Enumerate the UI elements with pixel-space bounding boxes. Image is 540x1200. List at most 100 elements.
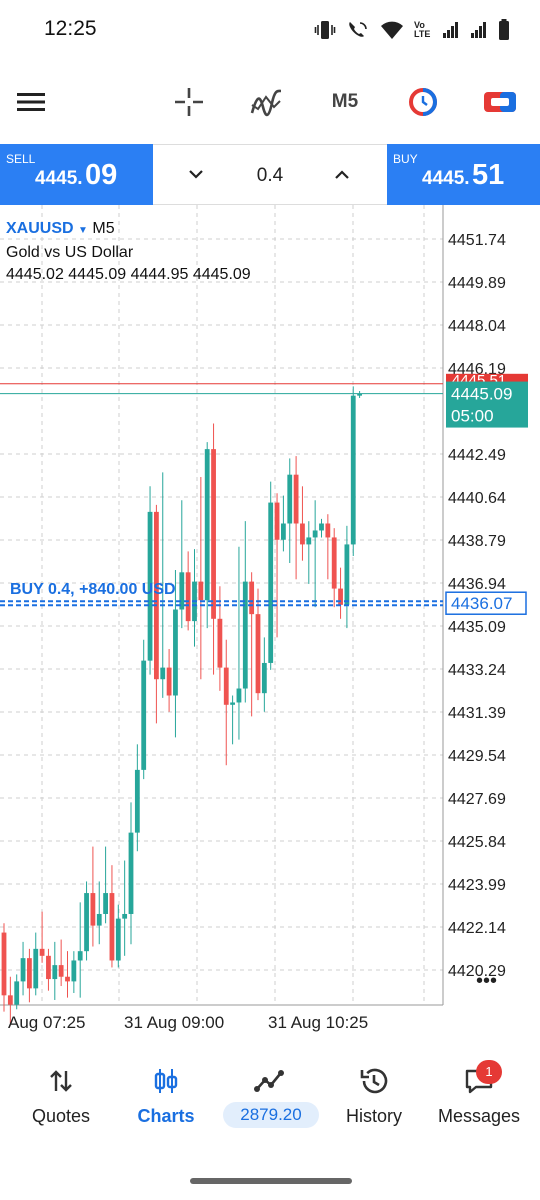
nav-messages-label: Messages [437, 1106, 521, 1126]
candle-body [141, 660, 147, 770]
account-balance[interactable]: 2879.20 [223, 1102, 319, 1128]
candle-body [77, 951, 83, 961]
ohlc-values: 4445.02 4445.09 4444.95 4445.09 [6, 266, 251, 283]
price-axis-label: 4433.24 [448, 662, 506, 679]
candle-body [90, 893, 96, 926]
candle-body [300, 523, 305, 545]
symbol-name[interactable]: XAUUSD [6, 220, 74, 237]
volume-increase-button[interactable] [327, 161, 357, 189]
time-axis-label: 31 Aug 09:00 [124, 1013, 224, 1032]
price-axis-label: 4431.39 [448, 705, 506, 722]
volte-icon: Vo LTE [414, 20, 431, 39]
chart-toolbar: M5 [0, 70, 540, 134]
candle-body [204, 449, 210, 601]
trade-button[interactable] [482, 84, 518, 120]
nav-charts[interactable]: Charts [112, 1060, 220, 1140]
wifi-icon [381, 21, 403, 39]
candle-body [39, 948, 45, 956]
candle-body [344, 544, 350, 605]
signal-icon [443, 22, 458, 38]
candle-body [185, 572, 191, 622]
candle-body [261, 662, 267, 694]
status-time: 12:25 [44, 17, 97, 40]
one-click-trading-button[interactable] [406, 84, 440, 120]
candle-body [7, 995, 13, 1005]
nav-trade[interactable] [217, 1060, 325, 1140]
candle-body [287, 474, 293, 524]
symbol-dropdown-icon[interactable]: ▼ [78, 225, 88, 236]
indicators-button[interactable] [248, 84, 284, 120]
candle-body [160, 667, 166, 680]
candle-body [249, 581, 255, 615]
candle-body [274, 502, 280, 540]
candle-body [312, 530, 318, 538]
candle-body [115, 918, 121, 961]
sell-button[interactable]: SELL 4445. 09 [0, 144, 153, 205]
price-axis-label: 4425.84 [448, 834, 506, 851]
candle-body [255, 614, 261, 694]
candle-body [65, 976, 70, 982]
price-axis-label: 4435.09 [448, 619, 506, 636]
candle-body [103, 893, 108, 914]
vibrate-icon [314, 21, 336, 39]
candle-body [331, 537, 337, 589]
more-options-icon: ••• [476, 970, 497, 992]
nav-quotes[interactable]: Quotes [7, 1060, 115, 1140]
candle-body [230, 702, 235, 705]
chart-timeframe: M5 [92, 220, 115, 237]
home-indicator[interactable] [190, 1178, 352, 1184]
menu-button[interactable] [12, 84, 50, 120]
buy-label: BUY [393, 152, 418, 166]
nav-history[interactable]: History [320, 1060, 428, 1140]
trade-icon [484, 92, 516, 112]
volume-control: 0.4 [153, 144, 387, 205]
buy-button[interactable]: BUY 4445. 51 [387, 144, 540, 205]
nav-history-label: History [345, 1106, 402, 1126]
candle-body [325, 523, 331, 538]
symbol-description: Gold vs US Dollar [6, 244, 134, 261]
candle-body [128, 832, 134, 914]
bid-price-tag-text: 4445.09 [451, 385, 512, 404]
price-axis-label: 4429.54 [448, 748, 506, 765]
candle-body [14, 981, 20, 1005]
candle-body [46, 955, 51, 980]
timeframe-label: M5 [331, 91, 359, 112]
chevron-up-icon [335, 170, 349, 179]
candle-body [96, 913, 102, 926]
wifi-calling-icon [349, 22, 367, 37]
candle-body [217, 618, 223, 668]
time-axis-label: 31 Aug 10:25 [268, 1013, 368, 1032]
candle-body [223, 667, 229, 705]
candle-body [236, 688, 242, 703]
candlestick-chart[interactable]: 4451.744449.894448.044446.194442.494440.… [0, 205, 540, 1045]
price-axis-label: 4449.89 [448, 275, 506, 292]
sell-label: SELL [6, 152, 36, 166]
position-price-tag-text: 4436.07 [451, 594, 512, 613]
sell-price-pips: 09 [85, 159, 118, 191]
candle-body [242, 581, 248, 689]
candle-body [306, 537, 312, 545]
nav-quotes-label: Quotes [31, 1106, 91, 1126]
candle-body [1, 932, 7, 996]
nav-charts-label: Charts [137, 1106, 195, 1126]
timeframe-button[interactable]: M5 [322, 84, 368, 120]
candle-body [173, 609, 178, 696]
candle-body [27, 958, 32, 989]
candle-body [268, 502, 274, 663]
buy-price-pips: 51 [472, 159, 505, 191]
price-axis-label: 4438.79 [448, 533, 506, 550]
status-icons: Vo LTE [314, 18, 510, 42]
candle-body [71, 960, 77, 982]
price-chart[interactable]: 4451.74 4449.89 4448.04 4446.19 4442.49 4440.… [0, 205, 540, 1045]
time-axis-label: Aug 07:25 [8, 1013, 86, 1032]
price-axis-label: 4422.14 [448, 920, 506, 937]
history-icon [354, 1064, 394, 1098]
price-axis-label: 4423.99 [448, 877, 506, 894]
candle-body [319, 523, 324, 531]
crosshair-button[interactable] [171, 84, 207, 120]
crosshair-icon [175, 88, 203, 116]
menu-icon [17, 93, 45, 111]
candle-body [293, 474, 299, 524]
candle-body [198, 581, 204, 601]
price-axis-label: 4440.64 [448, 490, 506, 507]
